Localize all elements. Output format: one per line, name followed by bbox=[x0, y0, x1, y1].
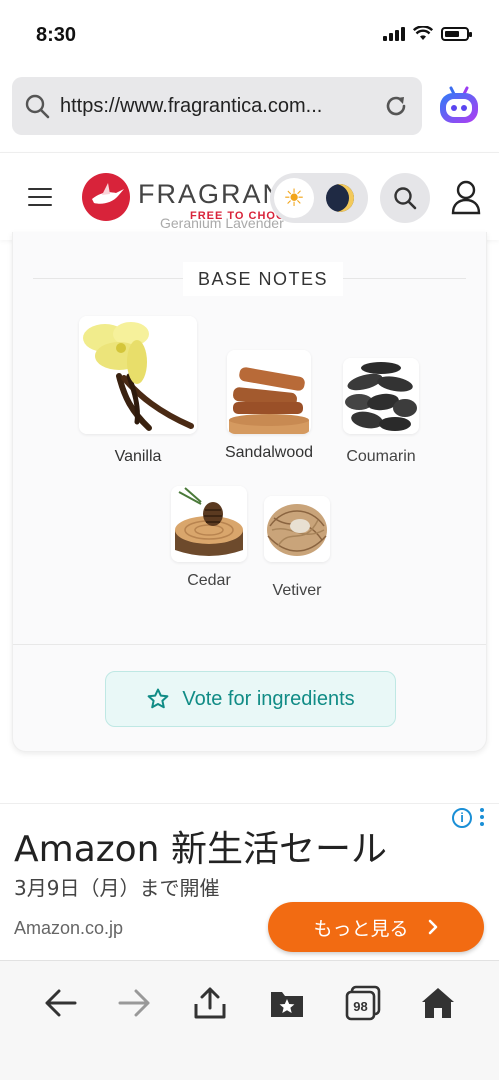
sun-icon: ☀ bbox=[274, 178, 314, 218]
note-vanilla[interactable]: Vanilla bbox=[73, 316, 203, 466]
wifi-icon bbox=[413, 26, 433, 40]
search-icon bbox=[394, 187, 417, 210]
home-icon bbox=[422, 988, 454, 1018]
status-icons bbox=[383, 26, 472, 41]
vote-for-ingredients-button[interactable]: Vote for ingredients bbox=[105, 671, 396, 727]
user-icon bbox=[451, 180, 481, 215]
tabs-button[interactable]: 98 bbox=[343, 983, 383, 1023]
share-icon bbox=[194, 987, 226, 1019]
note-label[interactable]: Coumarin bbox=[331, 448, 431, 466]
ad-info-icon[interactable]: i bbox=[452, 808, 472, 828]
home-button[interactable] bbox=[418, 983, 458, 1023]
ad-cta-button[interactable]: もっと見る bbox=[268, 902, 484, 952]
menu-icon[interactable] bbox=[28, 188, 52, 206]
ad-cta-label: もっと見る bbox=[313, 917, 409, 940]
theme-toggle[interactable]: ☀ bbox=[270, 173, 368, 223]
arrow-right-icon bbox=[118, 989, 150, 1017]
tabs-count: 98 bbox=[353, 999, 367, 1014]
vote-button-label: Vote for ingredients bbox=[182, 687, 355, 710]
coumarin-image[interactable] bbox=[343, 358, 419, 434]
vetiver-image[interactable] bbox=[264, 496, 330, 562]
user-account-button[interactable] bbox=[446, 177, 486, 217]
site-header: Geranium Lavender FRAGRANTICA FREE TO CH… bbox=[0, 152, 499, 240]
ad-domain: Amazon.co.jp bbox=[14, 918, 124, 938]
status-time: 8:30 bbox=[36, 24, 77, 46]
back-button[interactable] bbox=[40, 983, 80, 1023]
site-search-button[interactable] bbox=[380, 173, 430, 223]
ad-banner[interactable]: Amazon 新生活セール 3月9日（月）まで開催 Amazon.co.jp i… bbox=[0, 803, 499, 959]
assistant-app-icon[interactable] bbox=[437, 84, 481, 128]
address-bar[interactable]: https://www.fragrantica.com... bbox=[12, 77, 422, 135]
base-notes-heading: BASE NOTES bbox=[183, 262, 343, 296]
vanilla-image[interactable] bbox=[79, 316, 197, 434]
ad-subtitle: 3月9日（月）まで開催 bbox=[14, 876, 220, 900]
note-label[interactable]: Sandalwood bbox=[219, 444, 319, 462]
logo-hummingbird-icon[interactable] bbox=[82, 173, 130, 221]
note-label[interactable]: Vetiver bbox=[257, 582, 337, 600]
star-icon bbox=[147, 688, 169, 709]
status-bar: 8:30 bbox=[0, 0, 499, 72]
bookmark-folder-icon bbox=[271, 992, 303, 1017]
forward-button[interactable] bbox=[115, 983, 155, 1023]
browser-toolbar: 98 bbox=[0, 960, 499, 1080]
cedar-image[interactable] bbox=[171, 486, 247, 562]
note-sandalwood[interactable]: Sandalwood bbox=[219, 350, 319, 462]
note-label[interactable]: Cedar bbox=[161, 572, 257, 590]
bookmarks-button[interactable] bbox=[267, 983, 307, 1023]
share-button[interactable] bbox=[190, 983, 230, 1023]
card-divider bbox=[13, 644, 486, 645]
arrow-left-icon bbox=[45, 989, 77, 1017]
search-icon bbox=[25, 94, 50, 119]
note-cedar[interactable]: Cedar bbox=[161, 486, 257, 590]
note-vetiver[interactable]: Vetiver bbox=[257, 496, 337, 600]
reload-icon[interactable] bbox=[382, 92, 410, 120]
url-text[interactable]: https://www.fragrantica.com... bbox=[60, 95, 382, 118]
sandalwood-image[interactable] bbox=[227, 350, 311, 434]
cellular-signal-icon bbox=[383, 26, 405, 41]
tabs-icon: 98 bbox=[345, 985, 381, 1021]
chevron-right-icon bbox=[428, 919, 437, 935]
ad-more-icon[interactable] bbox=[480, 808, 486, 828]
note-label[interactable]: Vanilla bbox=[73, 448, 203, 466]
notes-card: BASE NOTES Vanilla Sandalwood Coumarin C… bbox=[12, 232, 487, 752]
battery-icon bbox=[441, 26, 472, 41]
ad-title[interactable]: Amazon 新生活セール bbox=[14, 820, 387, 872]
moon-icon bbox=[326, 184, 354, 212]
note-coumarin[interactable]: Coumarin bbox=[331, 358, 431, 466]
